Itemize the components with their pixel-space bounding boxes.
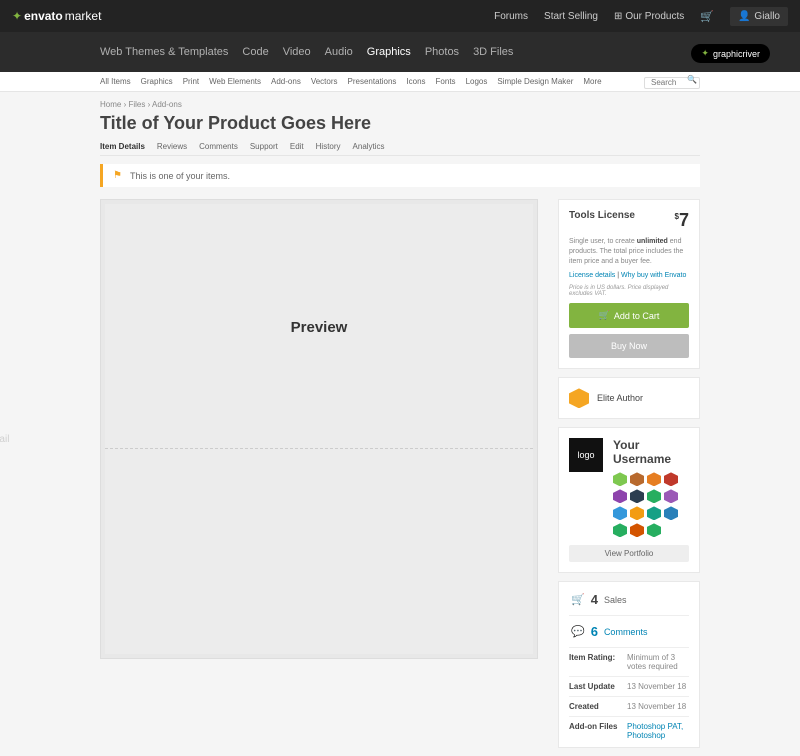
achievement-badge-0 (613, 472, 627, 486)
user-icon: 👤 (738, 11, 750, 22)
subnav-simple-design-maker[interactable]: Simple Design Maker (497, 77, 573, 86)
our-products-link[interactable]: ⊞Our Products (614, 11, 684, 22)
nav-video[interactable]: Video (283, 46, 311, 58)
meta-row: Add-on FilesPhotoshop PAT, Photoshop (569, 719, 689, 743)
comment-icon: 💬 (571, 625, 585, 638)
nav-code[interactable]: Code (242, 46, 268, 58)
achievement-badge-14 (647, 523, 661, 537)
license-details-link[interactable]: License details (569, 272, 615, 279)
author-level: Elite Author (597, 393, 643, 403)
alert-banner: ⚑ This is one of your items. (100, 164, 700, 187)
tab-history[interactable]: History (316, 142, 341, 155)
cart-icon: 🛒 (599, 310, 610, 321)
achievement-badge-8 (613, 506, 627, 520)
breadcrumb-add-ons[interactable]: Add-ons (152, 100, 182, 109)
user-name: Giallo (754, 11, 780, 22)
achievement-badge-3 (664, 472, 678, 486)
author-username[interactable]: Your Username (613, 438, 689, 466)
breadcrumb: Home › Files › Add-ons (100, 100, 700, 109)
author-badge-icon (569, 388, 589, 408)
price: $7 (675, 210, 689, 231)
subnav-more[interactable]: More (583, 77, 601, 86)
price-disclaimer: Price is in US dollars. Price displayed … (569, 285, 689, 297)
view-portfolio-button[interactable]: View Portfolio (569, 545, 689, 562)
leaf-icon: ✦ (12, 9, 22, 23)
subnav-vectors[interactable]: Vectors (311, 77, 338, 86)
license-card: Tools License $7 Single user, to create … (558, 199, 700, 369)
subnav-logos[interactable]: Logos (466, 77, 488, 86)
nav-photos[interactable]: Photos (425, 46, 459, 58)
nav-graphics[interactable]: Graphics (367, 46, 411, 58)
subnav-print[interactable]: Print (183, 77, 199, 86)
forums-link[interactable]: Forums (494, 11, 528, 22)
logo-brand: envato (24, 9, 63, 23)
achievement-badge-6 (647, 489, 661, 503)
nav-audio[interactable]: Audio (325, 46, 353, 58)
breadcrumb-home[interactable]: Home (100, 100, 121, 109)
logo-sub: market (65, 9, 102, 23)
thumbnail-note: Preview Thumbnail Limit 590px x 590px (0, 433, 12, 472)
achievement-badge-1 (630, 472, 644, 486)
achievement-badge-10 (647, 506, 661, 520)
subnav-all-items[interactable]: All Items (100, 77, 131, 86)
search-icon[interactable]: 🔍 (687, 75, 697, 84)
page-title: Title of Your Product Goes Here (100, 113, 700, 134)
why-buy-link[interactable]: Why buy with Envato (621, 272, 686, 279)
leaf-icon: ✦ (701, 48, 709, 59)
subnav-graphics[interactable]: Graphics (141, 77, 173, 86)
achievement-badge-12 (613, 523, 627, 537)
subnav-presentations[interactable]: Presentations (348, 77, 397, 86)
breadcrumb-files[interactable]: Files (128, 100, 145, 109)
meta-row: Last Update13 November 18 (569, 679, 689, 694)
author-avatar[interactable]: logo (569, 438, 603, 472)
subnav-icons[interactable]: Icons (406, 77, 425, 86)
achievement-badge-13 (630, 523, 644, 537)
subnav-add-ons[interactable]: Add-ons (271, 77, 301, 86)
start-selling-link[interactable]: Start Selling (544, 11, 598, 22)
tab-analytics[interactable]: Analytics (353, 142, 385, 155)
add-to-cart-button[interactable]: 🛒 Add to Cart (569, 303, 689, 328)
preview-label: Preview (291, 319, 348, 336)
tab-reviews[interactable]: Reviews (157, 142, 187, 155)
graphicriver-badge: ✦ graphicriver (691, 44, 770, 63)
author-level-card: Elite Author (558, 377, 700, 419)
subnav-fonts[interactable]: Fonts (436, 77, 456, 86)
tab-support[interactable]: Support (250, 142, 278, 155)
logo[interactable]: ✦ envatomarket (12, 9, 101, 23)
buy-now-button[interactable]: Buy Now (569, 334, 689, 358)
meta-row: Created13 November 18 (569, 699, 689, 714)
achievement-badge-2 (647, 472, 661, 486)
rating-row: Item Rating: Minimum of 3 votes required (569, 650, 689, 674)
preview-box: Preview (100, 199, 538, 659)
achievement-badge-4 (613, 489, 627, 503)
achievement-badge-11 (664, 506, 678, 520)
license-description: Single user, to create unlimited end pro… (569, 237, 689, 266)
tab-item-details[interactable]: Item Details (100, 142, 145, 155)
achievement-badge-9 (630, 506, 644, 520)
achievement-badge-7 (664, 489, 678, 503)
stats-card: 🛒 4 Sales 💬 6 Comments Item Rating: Mini… (558, 581, 700, 748)
author-card: logo Your Username View Portfolio (558, 427, 700, 573)
tab-edit[interactable]: Edit (290, 142, 304, 155)
tab-comments[interactable]: Comments (199, 142, 238, 155)
alert-text: This is one of your items. (130, 171, 230, 181)
license-title: Tools License (569, 210, 635, 221)
nav--d-files[interactable]: 3D Files (473, 46, 513, 58)
nav-web-themes-templates[interactable]: Web Themes & Templates (100, 46, 228, 58)
flag-icon: ⚑ (113, 170, 122, 181)
comments-stat[interactable]: 💬 6 Comments (569, 618, 689, 645)
cart-icon[interactable]: 🛒 (700, 10, 714, 23)
subnav-web-elements[interactable]: Web Elements (209, 77, 261, 86)
achievement-badge-5 (630, 489, 644, 503)
user-menu[interactable]: 👤 Giallo (730, 7, 788, 26)
